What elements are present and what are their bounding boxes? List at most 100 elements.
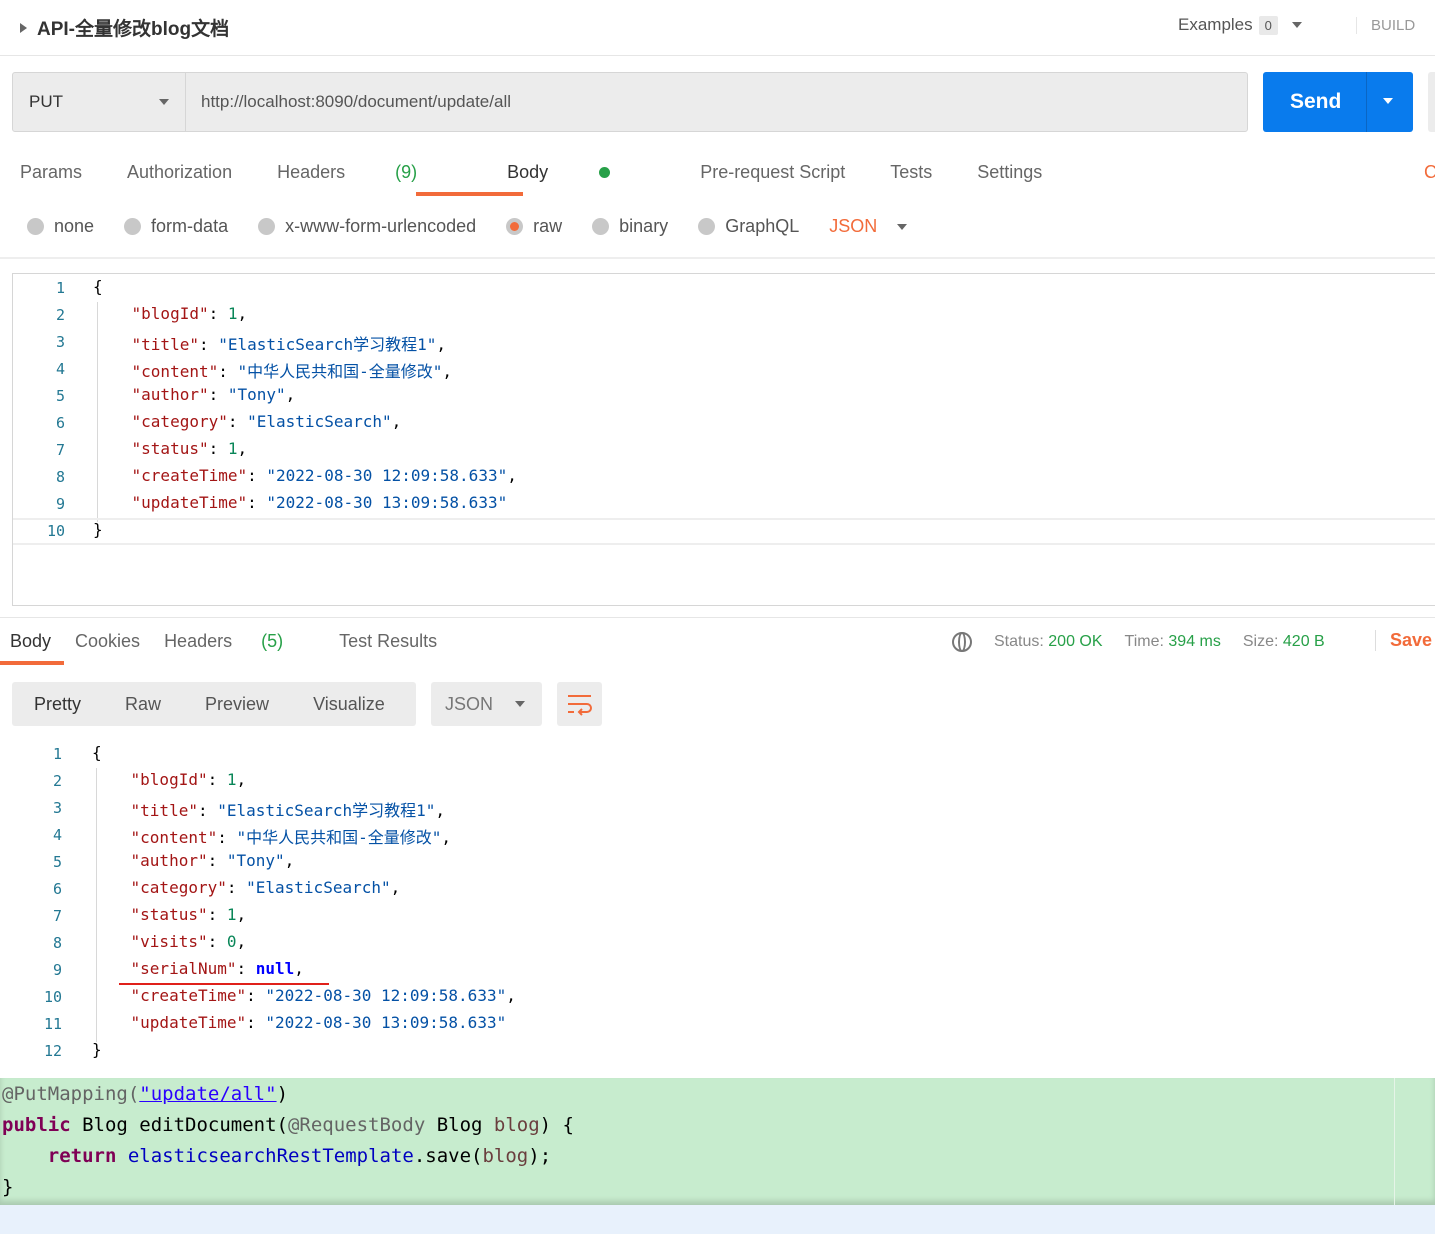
code-line: } <box>92 1040 102 1059</box>
code-token: "author" <box>130 851 208 870</box>
line-number: 3 <box>55 333 65 351</box>
radio-raw[interactable]: raw <box>506 216 562 237</box>
build-button[interactable]: BUILD <box>1356 17 1415 34</box>
code-token: blog <box>482 1145 529 1167</box>
tab-settings[interactable]: Settings <box>977 162 1042 183</box>
wrap-lines-button[interactable] <box>557 682 602 726</box>
code-token: "2022-08-30 13:09:58.633" <box>265 1013 507 1032</box>
radio-label: GraphQL <box>725 216 800 236</box>
request-body-editor[interactable]: 1 {2 "blogId": 1, 3 "title": "ElasticSearc… <box>12 273 1435 606</box>
radio-label: raw <box>533 216 563 236</box>
radio-x-www-form-urlencoded[interactable]: x-www-form-urlencoded <box>258 216 476 237</box>
body-type-options: none form-data x-www-form-urlencoded raw… <box>27 216 908 237</box>
time-label: Time: <box>1124 633 1164 650</box>
response-tab-body[interactable]: Body <box>10 631 51 652</box>
response-view-switch: Pretty Raw Preview Visualize <box>12 682 416 726</box>
code-token: : <box>207 905 227 924</box>
code-line: "author": "Tony", <box>92 851 295 870</box>
code-token: : <box>207 770 227 789</box>
code-token: : <box>227 412 248 431</box>
code-token: , <box>507 466 517 485</box>
code-token: , <box>435 801 446 820</box>
indent-guide <box>96 768 97 1042</box>
radio-binary[interactable]: binary <box>592 216 668 237</box>
response-tab-headers[interactable]: Headers (5) <box>164 631 307 652</box>
send-button[interactable]: Send <box>1263 72 1413 132</box>
response-format-select[interactable]: JSON <box>431 682 542 726</box>
code-token: 0 <box>226 932 237 951</box>
divider <box>0 617 1435 618</box>
java-code-line: return elasticsearchRestTemplate.save(bl… <box>2 1145 551 1167</box>
save-request-button[interactable] <box>1428 72 1435 132</box>
active-tab-underline <box>416 192 523 196</box>
view-visualize[interactable]: Visualize <box>291 694 407 715</box>
radio-icon <box>27 218 44 235</box>
url-input[interactable]: http://localhost:8090/document/update/al… <box>201 92 511 112</box>
code-line: "updateTime": "2022-08-30 13:09:58.633" <box>92 1013 507 1032</box>
code-token: Blog editDocument( <box>70 1114 288 1136</box>
time: Time: 394 ms <box>1125 633 1221 651</box>
line-number: 6 <box>52 880 62 898</box>
code-token: public <box>2 1114 71 1136</box>
globe-icon[interactable] <box>952 632 972 652</box>
view-raw[interactable]: Raw <box>103 694 183 715</box>
radio-none[interactable]: none <box>27 216 94 237</box>
code-token: : <box>247 466 267 485</box>
code-token: Blog <box>425 1114 494 1136</box>
code-token: , <box>237 439 248 458</box>
code-token: 1 <box>227 304 238 323</box>
code-token: : <box>226 878 247 897</box>
send-label: Send <box>1290 90 1342 113</box>
body-format-select[interactable]: JSON <box>829 216 877 237</box>
headers-count: (5) <box>261 631 284 651</box>
line-number: 2 <box>55 306 65 324</box>
tab-tests[interactable]: Tests <box>890 162 932 183</box>
code-token: "createTime" <box>131 466 248 485</box>
examples-label: Examples <box>1178 15 1253 34</box>
expand-caret-icon[interactable] <box>20 22 27 33</box>
code-token: "category" <box>130 878 227 897</box>
cookies-link[interactable]: C <box>1424 162 1435 183</box>
examples-dropdown[interactable]: Examples 0 <box>1178 15 1302 35</box>
tab-params[interactable]: Params <box>20 162 82 183</box>
response-tab-cookies[interactable]: Cookies <box>75 631 140 652</box>
radio-form-data[interactable]: form-data <box>124 216 228 237</box>
code-token: : <box>217 828 237 847</box>
code-line: "title": "ElasticSearch学习教程1", <box>93 331 446 355</box>
code-token: "category" <box>131 412 228 431</box>
code-token: ); <box>528 1145 552 1167</box>
save-response-button[interactable]: Save <box>1375 630 1432 651</box>
view-preview[interactable]: Preview <box>183 694 291 715</box>
tab-authorization[interactable]: Authorization <box>127 162 232 183</box>
code-token: : <box>236 959 256 978</box>
send-options-chevron-icon[interactable] <box>1383 98 1393 104</box>
code-token: "serialNum" <box>130 959 237 978</box>
radio-label: none <box>54 216 95 236</box>
code-line: "title": "ElasticSearch学习教程1", <box>92 797 445 821</box>
code-line: "status": 1, <box>93 439 248 458</box>
tab-headers[interactable]: Headers (9) <box>277 162 462 183</box>
view-pretty[interactable]: Pretty <box>12 694 103 715</box>
response-body[interactable]: 1 {2 "blogId": 1, 3 "title": "ElasticSearc… <box>0 740 1435 1070</box>
chevron-down-icon[interactable] <box>897 223 908 230</box>
java-code-line: @PutMapping("update/all") <box>2 1083 288 1105</box>
tab-pre-request-script[interactable]: Pre-request Script <box>700 162 845 183</box>
tab-body[interactable]: Body <box>507 162 655 183</box>
code-token: "2022-08-30 13:09:58.633" <box>266 493 508 512</box>
code-token: : <box>208 439 228 458</box>
response-tab-test-results[interactable]: Test Results <box>339 631 437 652</box>
code-token: "update/all" <box>139 1083 277 1105</box>
code-token: , <box>236 932 247 951</box>
radio-graphql[interactable]: GraphQL <box>698 216 799 237</box>
code-token: @RequestBody <box>287 1114 426 1136</box>
method-select[interactable]: PUT <box>13 73 186 131</box>
request-title[interactable]: API-全量修改blog文档 <box>20 14 229 41</box>
code-token: { <box>93 277 103 296</box>
